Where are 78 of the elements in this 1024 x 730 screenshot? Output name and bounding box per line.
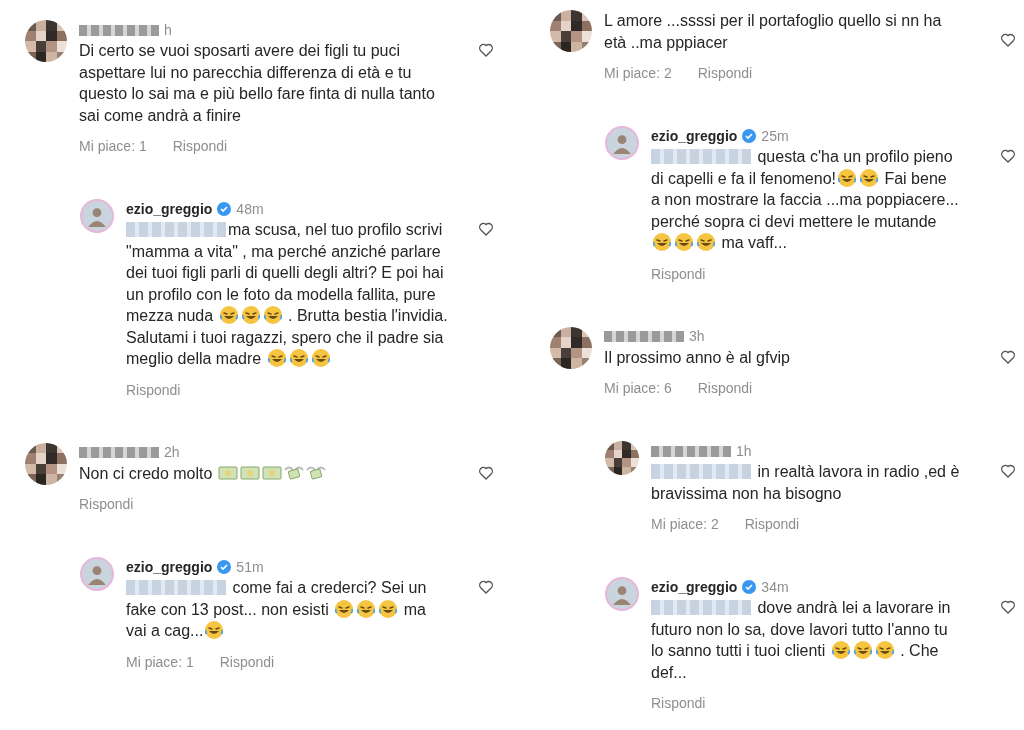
laughing-emoji-icon — [356, 598, 377, 619]
reply-link[interactable]: Rispondi — [219, 651, 275, 673]
heart-icon[interactable] — [1000, 463, 1016, 479]
username[interactable]: ezio_greggio — [126, 198, 213, 220]
username[interactable]: ezio_greggio — [126, 556, 213, 578]
laughing-emoji-icon — [310, 348, 331, 368]
username[interactable]: ezio_greggio — [651, 576, 738, 598]
laughing-emoji-icon — [837, 167, 857, 188]
pixelated-avatar[interactable] — [605, 441, 639, 475]
comment-text: Non ci credo molto — [79, 462, 448, 484]
like-count[interactable]: Mi piace: 1 — [79, 136, 147, 157]
verified-badge-icon — [742, 580, 757, 594]
reply-link[interactable]: Rispondi — [172, 136, 228, 157]
laughing-emoji-icon — [334, 598, 355, 619]
laughing-emoji-icon — [652, 232, 672, 252]
laughing-emoji-icon — [874, 640, 895, 660]
reply-link[interactable]: Rispondi — [651, 263, 706, 285]
laughing-emoji-icon — [266, 348, 287, 368]
reply-link[interactable]: Rispondi — [651, 693, 706, 714]
heart-icon[interactable] — [1000, 599, 1016, 615]
username[interactable]: ezio_greggio — [651, 125, 738, 147]
comment-time: 51m — [236, 557, 264, 577]
heart-icon[interactable] — [1000, 32, 1016, 48]
verified-badge-icon — [742, 129, 757, 143]
laughing-emoji-icon — [218, 305, 239, 325]
like-count[interactable]: Mi piace: 2 — [604, 63, 672, 84]
comment-time: 3h — [689, 327, 705, 346]
banknote-icon — [261, 465, 282, 480]
comment-time: 34m — [761, 577, 789, 597]
like-count[interactable]: Mi piace: 6 — [604, 378, 672, 399]
profile-avatar[interactable] — [605, 126, 639, 160]
profile-avatar[interactable] — [80, 199, 114, 233]
verified-badge-icon — [217, 560, 232, 574]
laughing-emoji-icon — [288, 348, 309, 368]
comment-text: in realtà lavora in radio ,ed è bravissima non ha bisogno — [651, 462, 960, 504]
profile-avatar[interactable] — [80, 557, 114, 591]
pixelated-avatar[interactable] — [25, 442, 67, 485]
laughing-emoji-icon — [696, 232, 716, 252]
heart-icon[interactable] — [478, 464, 494, 481]
comment-time: 2h — [164, 443, 180, 462]
pixelated-avatar[interactable] — [25, 20, 67, 62]
reply-link[interactable]: Rispondi — [697, 63, 753, 84]
heart-icon[interactable] — [478, 42, 494, 58]
laughing-emoji-icon — [240, 305, 261, 325]
laughing-emoji-icon — [378, 598, 399, 619]
reply-link[interactable]: Rispondi — [697, 378, 753, 399]
verified-badge-icon — [217, 202, 232, 216]
profile-avatar[interactable] — [605, 577, 639, 611]
reply-link[interactable]: Rispondi — [126, 379, 181, 401]
heart-icon[interactable] — [478, 579, 494, 595]
laughing-emoji-icon — [859, 167, 879, 188]
reply-link[interactable]: Rispondi — [79, 494, 134, 515]
reply-link[interactable]: Rispondi — [744, 514, 800, 535]
laughing-emoji-icon — [674, 232, 694, 252]
laughing-emoji-icon — [830, 640, 851, 660]
like-count[interactable]: Mi piace: 2 — [651, 514, 719, 535]
comment-text: Di certo se vuoi sposarti avere dei figli tu puci aspettare lui no parecchia differenza di età e tu questo lo sai ma e più bello fare finta di nulla tanto sai come andrà a finire — [79, 41, 436, 126]
heart-icon[interactable] — [1000, 348, 1016, 365]
laughing-emoji-icon — [204, 620, 225, 640]
comment-time: 25m — [761, 126, 789, 146]
comment-text: L amore ...ssssi per il portafoglio quello si nn ha età ..ma pppiacer — [604, 11, 943, 53]
like-count[interactable]: Mi piace: 1 — [126, 651, 194, 673]
heart-icon[interactable] — [1000, 148, 1016, 164]
comment-text: come fai a crederci? Sei un fake con 13 post... non esisti ma vai a cag... — [126, 578, 428, 642]
heart-icon[interactable] — [478, 221, 494, 237]
comment-time: 1h — [736, 441, 752, 461]
banknote-icon — [239, 465, 260, 480]
pixelated-avatar[interactable] — [550, 10, 592, 52]
comment-text: questa c'ha un profilo pieno di capelli e fa il fenomeno! Fai bene a non mostrare la faccia ...ma poppiacere... perché sopra ci devi mettere le mutande ma vaff... — [651, 147, 960, 254]
banknote-icon — [217, 465, 238, 480]
pixelated-avatar[interactable] — [550, 326, 592, 369]
comment-time: 48m — [236, 199, 264, 219]
comment-text: dove andrà lei a lavorare in futuro non lo sa, dove lavori tutto l'anno tu lo sanno tutti i tuoi clienti . Che def... — [651, 598, 952, 683]
laughing-emoji-icon — [852, 640, 873, 660]
comment-text: Il prossimo anno è al gfvip — [604, 347, 791, 368]
comment-time: h — [164, 20, 172, 40]
laughing-emoji-icon — [262, 305, 283, 325]
comment-text: ma scusa, nel tuo profilo scrivi "mamma a vita" , ma perché anziché parlare dei tuoi figli parli di quelli degli altri? E poi hai un profilo con le foto da modella fallita, pure mezza nuda . Brutta bestia l'invidia. Salutami i tuoi ragazzi, spero che il padre sia meglio della madre — [126, 220, 448, 370]
